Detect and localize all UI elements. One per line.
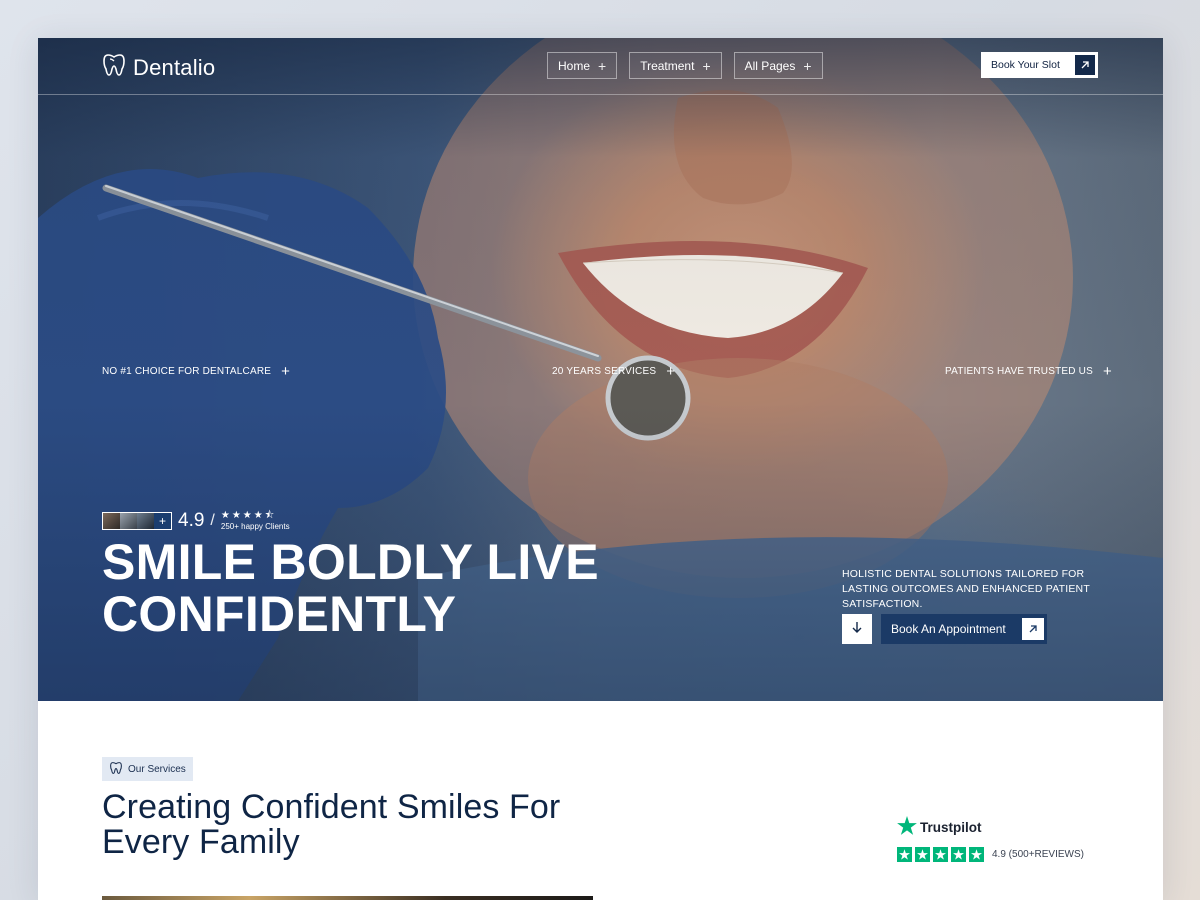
star-icon — [897, 816, 917, 838]
top-navigation: Dentalio Home + Treatment + All Pages + … — [38, 38, 1163, 95]
feature-label: PATIENTS HAVE TRUSTED US — [945, 366, 1093, 377]
scroll-down-button[interactable] — [842, 614, 872, 644]
happy-clients-text: 250+ happy Clients — [220, 522, 290, 532]
book-appointment-button[interactable]: Book An Appointment — [881, 614, 1047, 644]
trustpilot-rating-row: 4.9 (500+REVIEWS) — [897, 847, 1084, 862]
plus-icon: + — [702, 57, 711, 74]
service-image — [102, 896, 593, 900]
badge-label: Our Services — [128, 763, 186, 775]
trustpilot-brand: Trustpilot — [920, 819, 982, 835]
star-icon — [933, 847, 948, 862]
avatar-group: + — [102, 512, 172, 530]
star-icon — [915, 847, 930, 862]
hero-description: HOLISTIC DENTAL SOLUTIONS TAILORED FOR L… — [842, 568, 1090, 610]
headline-line: CONFIDENTLY — [102, 586, 457, 642]
rating-meta: ★★★★⯪ 250+ happy Clients — [221, 510, 290, 532]
menu-item-home[interactable]: Home + — [547, 52, 618, 79]
menu-item-label: Home — [558, 58, 591, 73]
menu-item-label: Treatment — [640, 58, 695, 73]
feature-label: NO #1 CHOICE FOR DENTALCARE — [102, 366, 272, 377]
arrow-up-right-icon — [1022, 618, 1044, 640]
feature-label: 20 YEARS SERVICES — [552, 366, 657, 377]
plus-icon: + — [154, 513, 171, 529]
headline-line: SMILE BOLDLY LIVE — [102, 534, 599, 590]
brand-logo[interactable]: Dentalio — [101, 52, 215, 83]
section-badge: Our Services — [102, 757, 193, 781]
avatar — [137, 513, 154, 529]
main-menu: Home + Treatment + All Pages + — [547, 52, 823, 79]
star-icon: ★★★★⯪ — [220, 510, 277, 522]
trustpilot-reviews-text: 4.9 (500+REVIEWS) — [992, 849, 1084, 860]
plus-icon: + — [803, 57, 812, 74]
rating-divider: / — [210, 512, 215, 529]
star-icon — [897, 847, 912, 862]
avatar — [120, 513, 137, 529]
plus-icon[interactable]: + — [281, 364, 290, 379]
client-rating: + 4.9 / ★★★★⯪ 250+ happy Clients — [102, 510, 290, 532]
plus-icon[interactable]: + — [666, 364, 675, 379]
trustpilot-logo: Trustpilot — [897, 816, 1084, 838]
feature-item: NO #1 CHOICE FOR DENTALCARE + — [102, 364, 290, 379]
appointment-label: Book An Appointment — [891, 622, 1006, 636]
title-line: Creating Confident Smiles For — [102, 788, 561, 826]
feature-item: PATIENTS HAVE TRUSTED US + — [945, 364, 1112, 379]
star-icon — [951, 847, 966, 862]
star-icon — [969, 847, 984, 862]
hero-section: Dentalio Home + Treatment + All Pages + … — [38, 38, 1163, 701]
section-title: Creating Confident Smiles For Every Fami… — [102, 790, 560, 860]
book-slot-button[interactable]: Book Your Slot — [981, 52, 1098, 78]
trustpilot-stars — [897, 847, 984, 862]
menu-item-treatment[interactable]: Treatment + — [629, 52, 722, 79]
trustpilot-widget[interactable]: Trustpilot 4.9 (500+REVIEWS) — [897, 816, 1084, 862]
rating-score: 4.9 — [178, 510, 205, 531]
menu-item-all-pages[interactable]: All Pages + — [733, 52, 823, 79]
menu-item-label: All Pages — [744, 58, 796, 73]
plus-icon[interactable]: + — [1103, 364, 1112, 379]
book-slot-label: Book Your Slot — [991, 59, 1060, 71]
avatar — [103, 513, 120, 529]
plus-icon: + — [598, 57, 607, 74]
arrow-down-icon — [851, 620, 863, 638]
tooth-icon — [109, 761, 123, 778]
title-line: Every Family — [102, 823, 300, 861]
arrow-up-right-icon — [1075, 55, 1095, 75]
brand-name: Dentalio — [133, 54, 216, 80]
page-frame: Dentalio Home + Treatment + All Pages + … — [38, 38, 1163, 900]
tooth-logo-icon — [101, 52, 127, 83]
feature-item: 20 YEARS SERVICES + — [552, 364, 675, 379]
hero-headline: SMILE BOLDLY LIVE CONFIDENTLY — [102, 536, 599, 640]
